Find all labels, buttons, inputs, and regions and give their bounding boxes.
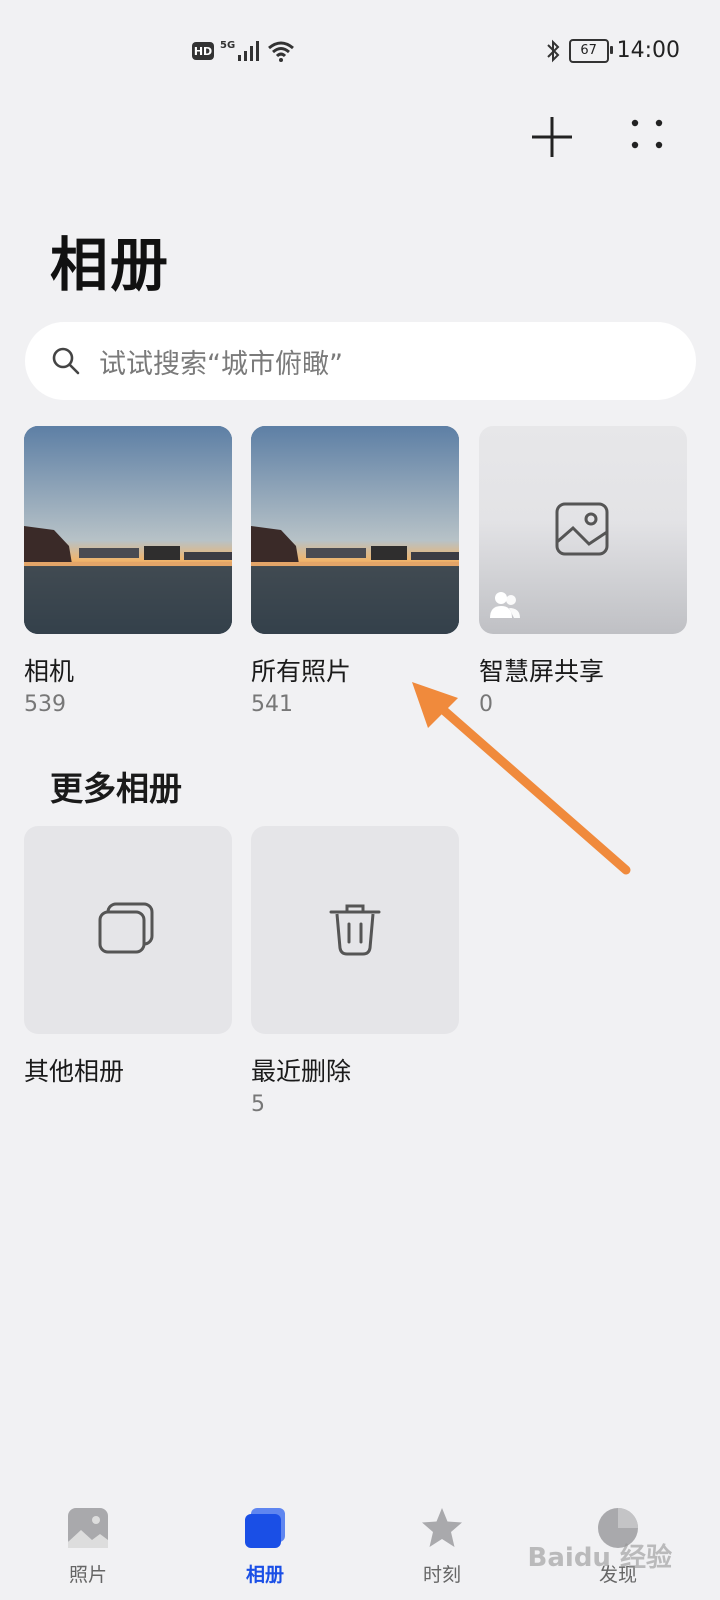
album-thumbnail [251,826,459,1034]
album-thumbnail [24,826,232,1034]
album-thumbnail [24,426,232,634]
wifi-icon [268,41,295,62]
status-bar: HD 5G 67 14:00 [0,0,720,110]
search-bar[interactable]: 试试搜索“城市俯瞰” [25,322,696,400]
album-thumbnail [479,426,687,634]
sunset-photo [24,426,232,634]
album-recently-deleted[interactable]: 最近删除 5 [251,826,459,1117]
nav-label: 照片 [68,1564,107,1586]
more-options-button[interactable] [625,115,669,159]
hd-icon: HD [192,42,214,60]
shared-users-icon [490,592,520,618]
album-name: 相机 [24,657,75,686]
network-type: 5G [220,39,236,51]
nav-moments[interactable]: 时刻 [382,1480,502,1587]
album-name: 其他相册 [24,1057,125,1086]
signal-icon [238,41,260,61]
page-title: 相册 [50,231,171,299]
nav-label: 相册 [245,1564,284,1586]
image-icon [555,502,609,556]
watermark-logo: Baidu 经验 [527,1543,672,1573]
add-button[interactable] [530,115,574,159]
star-icon [422,1508,462,1547]
search-icon [52,347,80,375]
battery-icon: 67 [568,38,613,63]
status-right: 67 14:00 [545,38,680,63]
sunset-photo [251,426,459,634]
section-title-more-albums: 更多相册 [50,769,182,808]
album-other[interactable]: 其他相册 [24,826,232,1090]
trash-icon [329,904,381,956]
nav-label: 时刻 [422,1564,461,1586]
bluetooth-icon [546,39,560,62]
album-thumbnail [251,426,459,634]
album-count: 539 [24,692,66,717]
battery-level: 67 [580,43,597,58]
albums-icon [245,1508,285,1548]
album-count: 5 [251,1092,265,1117]
clock: 14:00 [616,38,680,63]
album-name: 最近删除 [251,1057,352,1086]
nav-albums[interactable]: 相册 [205,1480,325,1587]
nav-photos[interactable]: 照片 [28,1480,148,1587]
search-placeholder: 试试搜索“城市俯瞰” [99,348,343,380]
stacked-albums-icon [98,902,154,954]
status-left: HD 5G [192,40,295,62]
photos-icon [68,1508,108,1548]
album-camera[interactable]: 相机 539 [24,426,232,717]
